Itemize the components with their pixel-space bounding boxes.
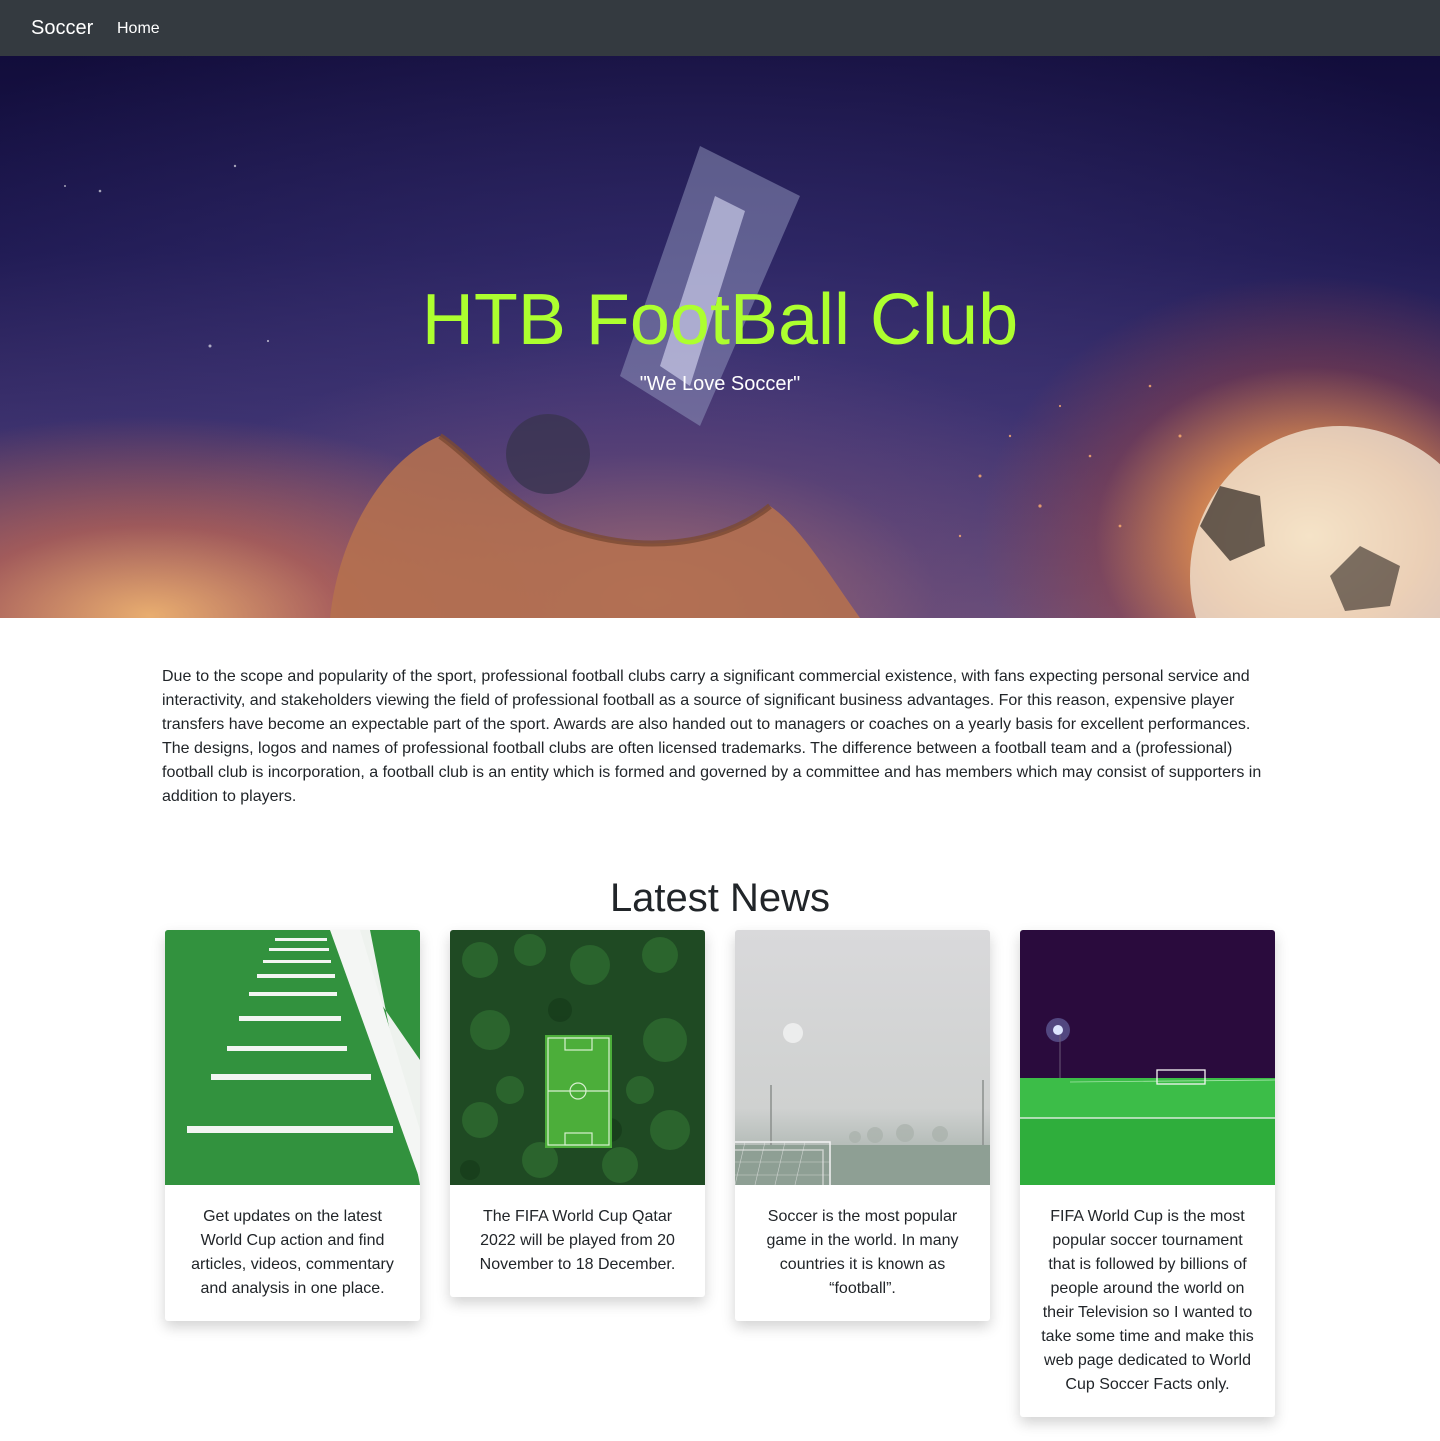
- latest-news-heading: Latest News: [609, 876, 831, 920]
- news-card: Soccer is the most popular game in the w…: [735, 930, 990, 1321]
- news-card: The FIFA World Cup Qatar 2022 will be pl…: [450, 930, 705, 1297]
- hero-subtitle: "We Love Soccer": [639, 373, 801, 395]
- news-card-text: Get updates on the latest World Cup acti…: [191, 1208, 394, 1297]
- hero-title: HTB FootBall Club: [421, 280, 1019, 360]
- news-card: Get updates on the latest World Cup acti…: [165, 930, 420, 1321]
- aerial-pitch-in-forest-image: [450, 930, 705, 1185]
- news-card-text: The FIFA World Cup Qatar 2022 will be pl…: [479, 1208, 676, 1273]
- news-card: FIFA World Cup is the most popular socce…: [1020, 930, 1275, 1417]
- top-navbar: Soccer Home: [0, 0, 1440, 56]
- brand-link[interactable]: Soccer: [31, 15, 93, 41]
- night-stadium-pitch-image: [1020, 930, 1275, 1185]
- foggy-pitch-goal-image: [735, 930, 990, 1185]
- nav-link-home[interactable]: Home: [117, 19, 160, 38]
- hero-banner: HTB FootBall Club "We Love Soccer": [0, 56, 1440, 618]
- turf-yard-lines-image: [165, 930, 420, 1185]
- intro-paragraph: Due to the scope and popularity of the s…: [162, 668, 1262, 805]
- news-card-text: FIFA World Cup is the most popular socce…: [1041, 1208, 1254, 1393]
- news-card-text: Soccer is the most popular game in the w…: [766, 1208, 959, 1297]
